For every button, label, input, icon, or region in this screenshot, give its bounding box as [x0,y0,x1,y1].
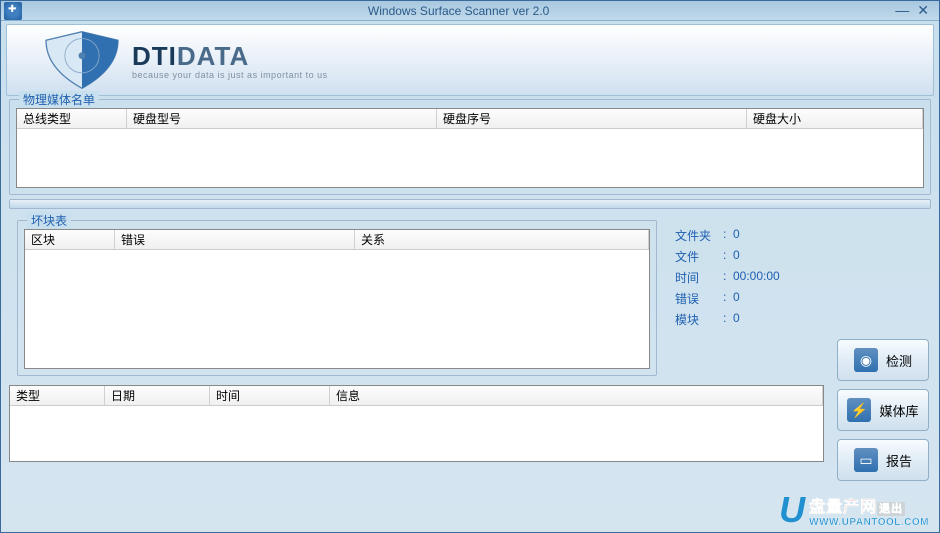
col-type[interactable]: 类型 [10,386,105,405]
col-info[interactable]: 信息 [330,386,823,405]
log-section: 类型 日期 时间 信息 [9,385,931,462]
minimize-button[interactable]: — [895,2,909,19]
header-banner: DTIDATA because your data is just as imp… [6,24,934,96]
logo-shield-icon [37,30,127,90]
stats-panel: 文件夹:0 文件:0 时间:00:00:00 错误:0 模块:0 [675,217,815,379]
col-block[interactable]: 区块 [25,230,115,249]
bad-blocks-body[interactable] [25,250,649,368]
logo-tagline: because your data is just as important t… [132,70,328,80]
book-icon: ▭ [854,448,878,472]
app-icon [4,2,22,20]
col-relation[interactable]: 关系 [355,230,649,249]
report-button[interactable]: ▭ 报告 [837,439,929,481]
stat-time: 时间:00:00:00 [675,269,815,286]
stat-files: 文件:0 [675,248,815,265]
table-header: 区块 错误 关系 [25,230,649,250]
disc-icon: ◉ [854,348,878,372]
col-error[interactable]: 错误 [115,230,355,249]
action-buttons: ◉ 检测 ⚡ 媒体库 ▭ 报告 [837,339,929,481]
stat-folders: 文件夹:0 [675,227,815,244]
logo-brand: DTIDATA [132,41,328,72]
scan-button[interactable]: ◉ 检测 [837,339,929,381]
window-title: Windows Surface Scanner ver 2.0 [22,4,895,18]
stat-blocks: 模块:0 [675,311,815,328]
col-disk-size[interactable]: 硬盘大小 [747,109,923,128]
divider [9,199,931,209]
log-table[interactable]: 类型 日期 时间 信息 [9,385,824,462]
watermark-url: WWW.UPANTOOL.COM [809,517,929,528]
col-bus-type[interactable]: 总线类型 [17,109,127,128]
media-library-button[interactable]: ⚡ 媒体库 [837,389,929,431]
bad-blocks-table[interactable]: 区块 错误 关系 [24,229,650,369]
stat-errors: 错误:0 [675,290,815,307]
lightning-icon: ⚡ [847,398,871,422]
titlebar: Windows Surface Scanner ver 2.0 — ✕ [1,1,939,21]
col-time[interactable]: 时间 [210,386,330,405]
app-window: Windows Surface Scanner ver 2.0 — ✕ DTID… [0,0,940,533]
section-label: 物理媒体名单 [19,91,99,108]
logo-text: DTIDATA because your data is just as imp… [132,41,328,80]
window-controls: — ✕ [895,2,939,19]
watermark-logo: U [779,492,805,528]
media-table[interactable]: 总线类型 硬盘型号 硬盘序号 硬盘大小 [16,108,924,188]
bad-blocks-section: 坏块表 区块 错误 关系 [17,220,657,376]
watermark: U 盘量产网退出 WWW.UPANTOOL.COM [779,492,929,528]
table-header: 总线类型 硬盘型号 硬盘序号 硬盘大小 [17,109,923,129]
close-button[interactable]: ✕ [917,2,929,19]
exit-badge: 退出 [877,502,905,516]
log-body[interactable] [10,406,823,461]
col-disk-serial[interactable]: 硬盘序号 [437,109,747,128]
section-label: 坏块表 [27,212,71,229]
table-header: 类型 日期 时间 信息 [10,386,823,406]
watermark-cn: 盘量产网退出 [809,493,929,517]
media-table-body[interactable] [17,129,923,187]
col-disk-model[interactable]: 硬盘型号 [127,109,437,128]
physical-media-section: 物理媒体名单 总线类型 硬盘型号 硬盘序号 硬盘大小 [9,99,931,195]
col-date[interactable]: 日期 [105,386,210,405]
